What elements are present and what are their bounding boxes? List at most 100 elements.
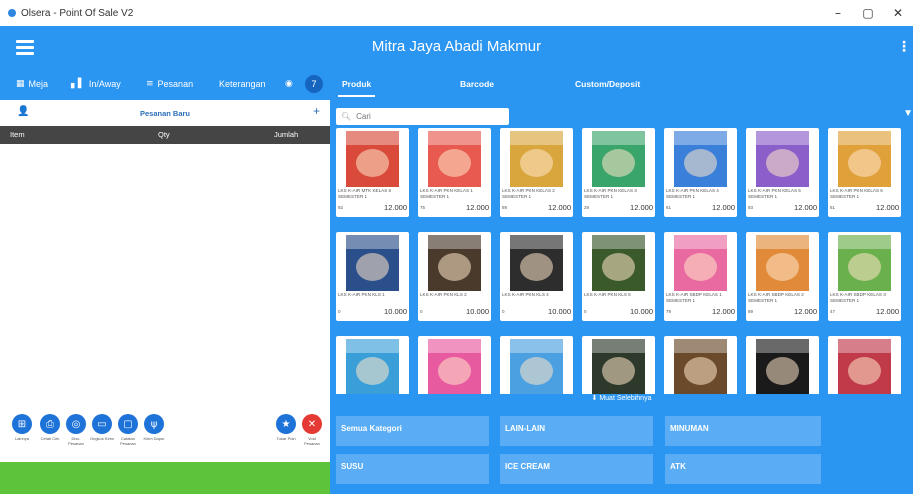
product-stock: 61 [830,205,836,210]
product-card[interactable]: LKS K-AIR PKN KELAS 2 SEMESTER 1 89 12.000 [500,128,573,217]
category-semua[interactable]: Semua Kategori [336,416,489,446]
tab-barcode[interactable]: Barcode [460,68,494,100]
column-qty: Qty [158,130,170,139]
product-card[interactable] [582,336,655,394]
product-card[interactable]: LKS K-AIR PKN KELAS 5 SEMESTER 1 93 12.000 [746,128,819,217]
table-icon: ▦ [16,79,25,89]
product-price: 12.000 [794,307,817,316]
category-lain-lain[interactable]: LAIN-LAIN [500,416,653,446]
product-cover-image [674,235,727,291]
lainnya-button[interactable]: ⊞ Lainnya [12,414,36,441]
category-bar: Semua Kategori LAIN-LAIN MINUMAN SUSU IC… [330,410,913,494]
maximize-button[interactable]: ▢ [853,0,883,26]
product-price: 12.000 [876,203,899,212]
product-stock: 89 [748,309,754,314]
product-card[interactable]: LKS K-AIR SBDP KELAS 3 SEMESTER 1 47 12.00… [828,232,901,321]
product-stock: 0 [584,309,587,314]
search-box[interactable]: 🔍︎ [336,108,509,125]
product-price: 12.000 [712,203,735,212]
tab-custom-deposit[interactable]: Custom/Deposit [575,68,640,100]
order-title: Pesanan Baru [139,108,191,118]
view-icon: ◎ [66,414,86,434]
product-name: LKS K-AIR SBDP KELAS 1 SEMESTER 1 [666,292,722,303]
inaway-button[interactable]: ▖▌ In/Away [71,68,121,100]
product-card[interactable] [336,336,409,394]
pay-button[interactable] [0,462,330,494]
product-card[interactable] [500,336,573,394]
cetak-cek-button[interactable]: ⎙ Cetak Cek [40,414,64,441]
kirim-dapur-button[interactable]: ψ Kirim Dapur [143,414,168,441]
tab-produk[interactable]: Produk [337,68,376,100]
product-name: LKS K-AIR SBDP KELAS 2 SEMESTER 1 [748,292,804,303]
product-cover-image [756,235,809,291]
product-stock: 61 [666,205,672,210]
product-card[interactable] [664,336,737,394]
product-stock: 0 [420,309,423,314]
order-items-list [0,144,330,410]
keterangan-button[interactable]: Keterangan [219,68,266,100]
product-stock: 29 [584,205,590,210]
product-cover-image [838,339,891,394]
category-ice-cream[interactable]: ICE CREAM [500,454,653,484]
product-cover-image [674,339,727,394]
product-name: LKS K-AIR PKN KLS 4 [502,292,549,297]
product-card[interactable]: LKS K-AIR PKN KELAS 6 SEMESTER 1 61 12.000 [828,128,901,217]
product-card[interactable]: LKS K-AIR PKN KELAS 1 SEMESTER 1 75 12.000 [418,128,491,217]
product-price: 12.000 [630,203,653,212]
product-stock: 92 [338,205,344,210]
pesanan-label: Pesanan [157,79,194,89]
product-card[interactable] [418,336,491,394]
product-card[interactable] [746,336,819,394]
product-card[interactable]: LKS K-AIR PKN KLS 5 0 10.000 [582,232,655,321]
product-card[interactable]: LKS K-AIR SBDP KELAS 2 SEMESTER 1 89 12.00… [746,232,819,321]
app-bar: Mitra Jaya Abadi Makmur ⋮ [0,26,913,68]
lainnya-label: Lainnya [14,436,29,441]
category-atk[interactable]: ATK [665,454,821,484]
minimize-button[interactable]: – [823,0,853,26]
badge-count: 7 [305,75,323,93]
product-name: LKS K-AIR PKN KELAS 1 SEMESTER 1 [420,188,473,199]
product-name: LKS K-AIR PKN KLS 1 [338,292,385,297]
product-price: 12.000 [876,307,899,316]
star-icon: ★ [276,414,296,434]
product-cover-image [592,339,645,394]
product-name: LKS K-AIR PKN KELAS 2 SEMESTER 1 [502,188,555,199]
search-input[interactable] [356,112,497,121]
kitchen-icon: ψ [144,414,164,434]
void-pesanan-button[interactable]: ✕ Void Pesanan [302,414,326,446]
product-name: LKS K-AIR PKN KELAS 4 SEMESTER 1 [666,188,719,199]
notification-badge[interactable]: 7 [305,68,323,100]
window-title: Olsera - Point Of Sale V2 [21,7,134,19]
product-price: 10.000 [466,307,489,316]
product-cover-image [428,131,481,187]
product-card[interactable]: LKS K-AIR MTK KELAS 6 SEMESTER 1 92 12.000 [336,128,409,217]
product-card[interactable]: LKS K-AIR PKN KELAS 4 SEMESTER 1 61 12.000 [664,128,737,217]
more-options-icon[interactable]: ⋮ [897,38,911,56]
product-card[interactable]: LKS K-AIR PKN KELAS 3 SEMESTER 1 29 12.000 [582,128,655,217]
void-icon: ✕ [302,414,322,434]
meja-button[interactable]: ▦ Meja [16,68,48,100]
product-card[interactable] [828,336,901,394]
disc-pesanan-button[interactable]: ◎ Disc. Pesanan [66,414,90,446]
product-card[interactable]: LKS K-AIR PKN KLS 1 0 10.000 [336,232,409,321]
catatan-pesanan-button[interactable]: ▢ Catatan Pesanan [118,414,142,446]
tukar-poin-button[interactable]: ★ Tukar Poin [276,414,300,441]
product-card[interactable]: LKS K-AIR SBDP KELAS 1 SEMESTER 1 79 12.00… [664,232,737,321]
product-stock: 0 [502,309,505,314]
order-panel: 👤 Pesanan Baru + Item Qty Jumlah ⊞ Lainn… [0,100,330,494]
ongkos-kirim-label: Ongkos Kirim [90,436,115,441]
chat-button[interactable]: ◉ [285,68,297,100]
product-price: 12.000 [384,203,407,212]
product-card[interactable]: LKS K-AIR PKN KLS 2 0 10.000 [418,232,491,321]
category-minuman[interactable]: MINUMAN [665,416,821,446]
product-cover-image [592,235,645,291]
load-more-button[interactable]: ⬇ Muat Selebihnya [330,394,913,408]
pesanan-button[interactable]: ≡ Pesanan [146,68,193,100]
category-susu[interactable]: SUSU [336,454,489,484]
filter-icon[interactable]: ▼ [903,108,913,119]
close-button[interactable]: ✕ [883,0,913,26]
add-order-button[interactable]: + [313,104,320,118]
product-name: LKS K-AIR MTK KELAS 6 SEMESTER 1 [338,188,392,199]
ongkos-kirim-button[interactable]: ▭ Ongkos Kirim [90,414,116,441]
product-card[interactable]: LKS K-AIR PKN KLS 4 0 10.000 [500,232,573,321]
